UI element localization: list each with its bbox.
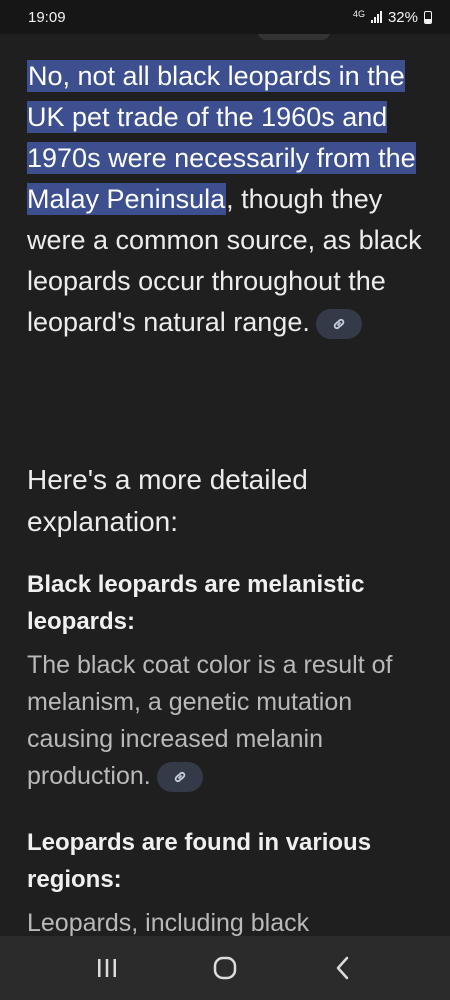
point-body-2: Leopards, including black: [27, 909, 310, 936]
point-title-2: Leopards are found in various regions:: [27, 829, 372, 893]
recent-apps-button[interactable]: [77, 944, 137, 992]
network-type: 4G: [352, 8, 365, 19]
source-link-button[interactable]: [156, 762, 203, 793]
section-heading: Here's a more detailed explanation:: [27, 464, 308, 537]
answer-paragraph: No, not all black leopards in the UK pet…: [27, 56, 427, 343]
status-time: 19:09: [28, 8, 66, 26]
home-icon: [213, 956, 237, 980]
link-icon: [333, 318, 345, 329]
scroll-peek: [258, 34, 330, 40]
navigation-bar: [0, 936, 450, 1000]
link-icon: [174, 772, 185, 783]
answer-content: No, not all black leopards in the UK pet…: [0, 34, 450, 936]
battery-icon: [424, 10, 432, 24]
battery-percent: 32%: [387, 8, 418, 26]
point-body-1: The black coat color is a result of mela…: [27, 647, 427, 795]
status-bar: 19:09 4G 32%: [0, 0, 450, 34]
back-icon: [336, 956, 349, 980]
source-link-button[interactable]: [315, 308, 362, 339]
signal-icon: [370, 11, 382, 23]
recent-apps-icon: [98, 959, 116, 977]
point-title-1: Black leopards are melanistic leopards:: [27, 571, 365, 635]
point-body-1-text: The black coat color is a result of mela…: [27, 651, 393, 790]
back-button[interactable]: [313, 944, 373, 992]
status-icons: 4G 32%: [353, 9, 432, 26]
home-button[interactable]: [195, 944, 255, 992]
